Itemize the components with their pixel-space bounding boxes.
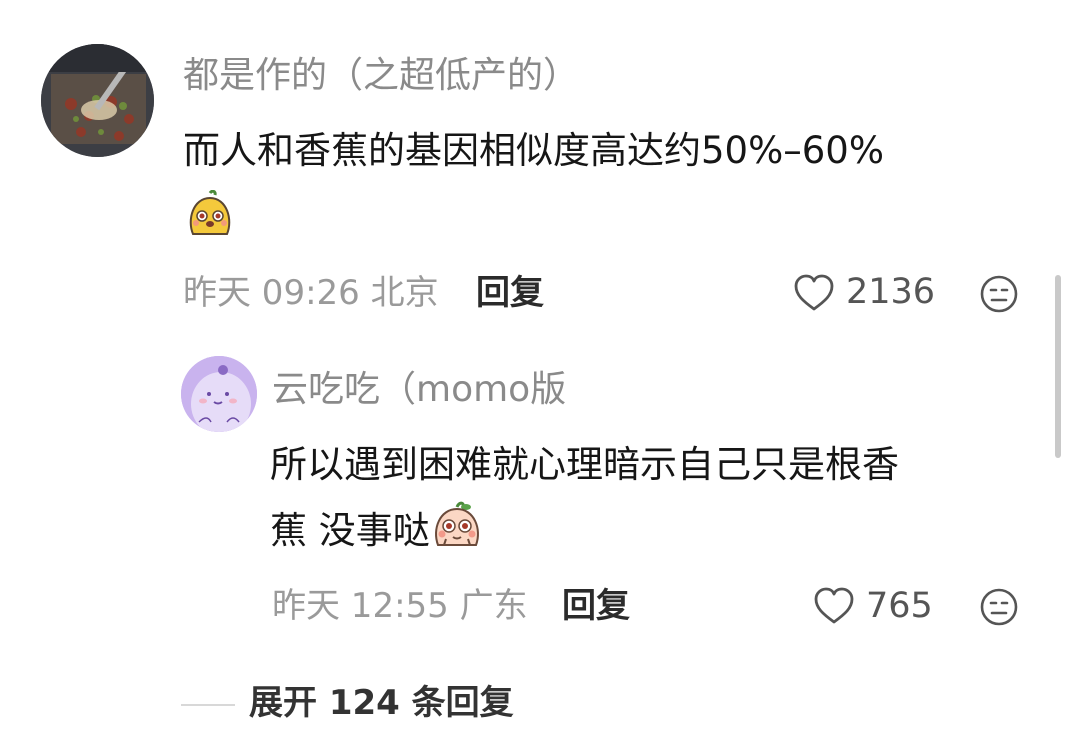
comment-username[interactable]: 都是作的（之超低产的） bbox=[183, 58, 579, 94]
avatar[interactable] bbox=[41, 44, 154, 157]
divider bbox=[181, 704, 235, 706]
comment-time: 昨天 09:26 bbox=[183, 273, 360, 313]
neutral-face-icon[interactable] bbox=[979, 274, 1019, 314]
scrollbar[interactable] bbox=[1055, 275, 1061, 458]
peach-sticker-emoji bbox=[432, 501, 482, 551]
reply-time: 昨天 12:55 bbox=[272, 586, 449, 626]
comment-location: 北京 bbox=[370, 273, 439, 313]
comment-text: 而人和香蕉的基因相似度高达约50%–60% bbox=[183, 129, 884, 172]
like-count: 2136 bbox=[846, 272, 936, 312]
reply-username[interactable]: 云吃吃（momo版 bbox=[272, 372, 566, 408]
expand-replies-button[interactable]: 展开 124 条回复 bbox=[249, 686, 514, 720]
comment-meta: 昨天 09:26 北京 bbox=[183, 276, 439, 310]
reply-location: 广东 bbox=[459, 586, 528, 626]
reply-text-line-2: 蕉 没事哒 bbox=[270, 498, 899, 564]
food-photo-avatar-image bbox=[41, 44, 154, 157]
avatar[interactable] bbox=[181, 356, 257, 432]
purple-cartoon-avatar-image bbox=[181, 356, 257, 432]
neutral-face-icon[interactable] bbox=[979, 587, 1019, 627]
reply-text: 所以遇到困难就心理暗示自己只是根香 蕉 没事哒 bbox=[270, 432, 899, 564]
yellow-sticker-emoji bbox=[185, 189, 235, 240]
heart-outline-icon[interactable] bbox=[813, 586, 855, 626]
reply-button[interactable]: 回复 bbox=[476, 276, 544, 310]
reply-text-line-1: 所以遇到困难就心理暗示自己只是根香 bbox=[270, 443, 899, 486]
like-count: 765 bbox=[866, 586, 933, 626]
reply-button[interactable]: 回复 bbox=[562, 589, 630, 623]
reply-meta: 昨天 12:55 广东 bbox=[272, 589, 528, 623]
heart-outline-icon[interactable] bbox=[793, 273, 835, 313]
